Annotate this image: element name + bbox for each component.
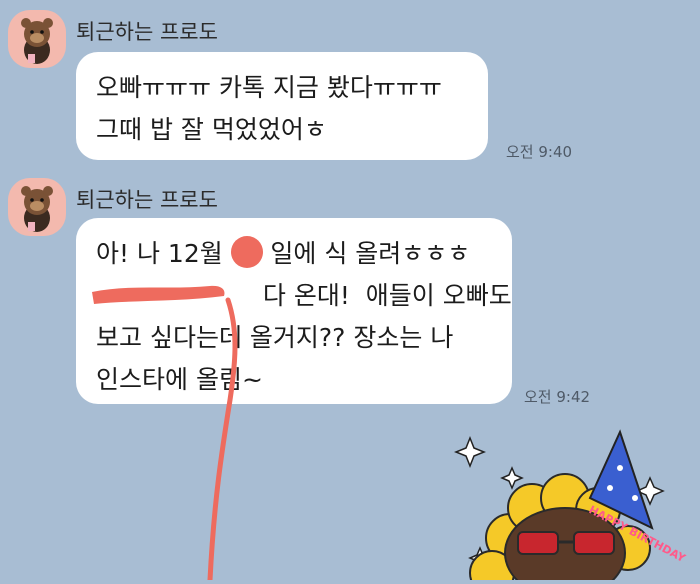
message-line: 다 온대! 애들이 오빠도 [96, 281, 512, 310]
avatar[interactable] [8, 178, 66, 236]
message-line: 인스타에 올림~ [96, 365, 263, 394]
sender-name: 퇴근하는 프로도 [76, 188, 218, 212]
message-time: 오전 9:42 [524, 388, 591, 406]
message-line: 아! 나 12월 일에 식 올려ㅎㅎㅎ [96, 239, 471, 268]
avatar[interactable] [8, 10, 66, 68]
message-bubble[interactable]: 오빠ㅠㅠㅠ 카톡 지금 봤다ㅠㅠㅠ 그때 밥 잘 먹었었어ㅎ [76, 52, 488, 160]
bear-avatar-icon [21, 186, 53, 232]
message-line: 그때 밥 잘 먹었었어ㅎ [96, 115, 327, 144]
message-line: 오빠ㅠㅠㅠ 카톡 지금 봤다ㅠㅠㅠ [96, 73, 442, 102]
bear-avatar-icon [21, 18, 53, 64]
message-time: 오전 9:40 [506, 143, 573, 161]
sender-name: 퇴근하는 프로도 [76, 20, 218, 44]
message-line: 보고 싶다는데 올거지?? 장소는 나 [96, 323, 454, 352]
birthday-sticker-icon[interactable]: HAPPY BIRTHDAY [440, 428, 700, 584]
message-bubble[interactable]: 아! 나 12월 일에 식 올려ㅎㅎㅎ 다 온대! 애들이 오빠도 보고 싶다는… [76, 218, 512, 404]
